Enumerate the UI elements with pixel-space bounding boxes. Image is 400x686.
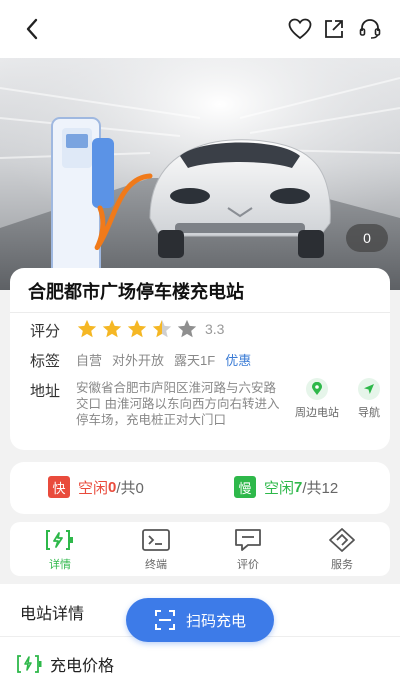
divider: [10, 312, 390, 313]
slow-badge: 慢: [234, 476, 256, 498]
back-icon[interactable]: [18, 15, 46, 43]
photo-count-badge[interactable]: 0: [346, 224, 388, 252]
rating-stars: 3.3: [76, 318, 224, 340]
tab-label: 服务: [331, 559, 353, 571]
slow-total: /共12: [302, 479, 339, 497]
terminal-icon: [116, 526, 196, 554]
tag: 对外开放: [112, 353, 165, 368]
tab-label: 详情: [49, 559, 71, 571]
fast-free-count: 0: [108, 478, 117, 496]
tags-label: 标签: [30, 353, 61, 370]
price-title: 充电价格: [50, 658, 115, 675]
address-text: 安徽省合肥市庐阳区淮河路与六安路交口 由淮河路以东向西方向右转进入停车场，充电桩…: [76, 381, 280, 427]
scan-to-charge-button[interactable]: 扫码充电: [126, 598, 274, 642]
slow-free-count: 7: [294, 478, 303, 496]
star-full-icon: [127, 319, 147, 338]
slow-charger-availability: 慢 空闲 7 /共12: [234, 476, 338, 498]
scan-button-label: 扫码充电: [185, 612, 246, 630]
station-info-card: 合肥都市广场停车楼充电站 评分 3.3 标签 自营 对外开放 露天1F 优惠 地…: [10, 268, 390, 450]
nearby-stations-button[interactable]: 周边电站: [292, 378, 342, 420]
charging-battery-icon: [20, 526, 100, 554]
customer-service-headset-icon[interactable]: [356, 15, 384, 43]
slow-free-label: 空闲: [264, 479, 295, 497]
tab-terminals[interactable]: 终端: [116, 526, 196, 572]
tab-reviews[interactable]: 评价: [208, 526, 288, 572]
fast-charger-availability: 快 空闲 0 /共0: [48, 476, 144, 498]
rating-score: 3.3: [205, 321, 225, 337]
tab-details[interactable]: 详情: [20, 526, 100, 572]
star-full-icon: [77, 319, 97, 338]
fast-total: /共0: [116, 479, 144, 497]
navigation-arrow-icon: [358, 378, 380, 400]
nearby-stations-label: 周边电站: [295, 407, 339, 419]
charging-battery-icon: [17, 655, 42, 673]
share-icon[interactable]: [320, 15, 348, 43]
favorite-heart-icon[interactable]: [286, 15, 314, 43]
navigate-button[interactable]: 导航: [344, 378, 394, 420]
scan-icon: [154, 610, 175, 630]
tags-list: 自营 对外开放 露天1F 优惠: [76, 350, 251, 369]
top-bar: [0, 0, 400, 58]
rating-label: 评分: [30, 323, 61, 340]
fast-badge: 快: [48, 476, 70, 498]
fast-free-label: 空闲: [78, 479, 109, 497]
charging-price-header[interactable]: 充电价格: [16, 652, 114, 676]
navigate-label: 导航: [358, 407, 380, 419]
charger-availability-card[interactable]: 快 空闲 0 /共0 慢 空闲 7 /共12: [10, 462, 390, 514]
star-half-icon: [152, 319, 172, 338]
station-photo[interactable]: 0: [0, 58, 400, 290]
tag: 自营: [76, 353, 103, 368]
location-pin-icon: [306, 378, 328, 400]
station-name: 合肥都市广场停车楼充电站: [28, 282, 244, 302]
tag: 露天1F: [174, 353, 216, 368]
tab-services[interactable]: 服务: [302, 526, 382, 572]
car-charging-illustration: [0, 58, 400, 290]
tab-label: 终端: [145, 559, 167, 571]
tab-label: 评价: [237, 559, 259, 571]
address-label: 地址: [30, 383, 61, 400]
service-icon: [302, 526, 382, 554]
promo-tag: 优惠: [225, 353, 252, 368]
comment-icon: [208, 526, 288, 554]
star-empty-icon: [177, 319, 197, 338]
section-title: 电站详情: [20, 606, 85, 623]
section-tabs: 详情 终端 评价 服务: [10, 522, 390, 576]
star-full-icon: [102, 319, 122, 338]
